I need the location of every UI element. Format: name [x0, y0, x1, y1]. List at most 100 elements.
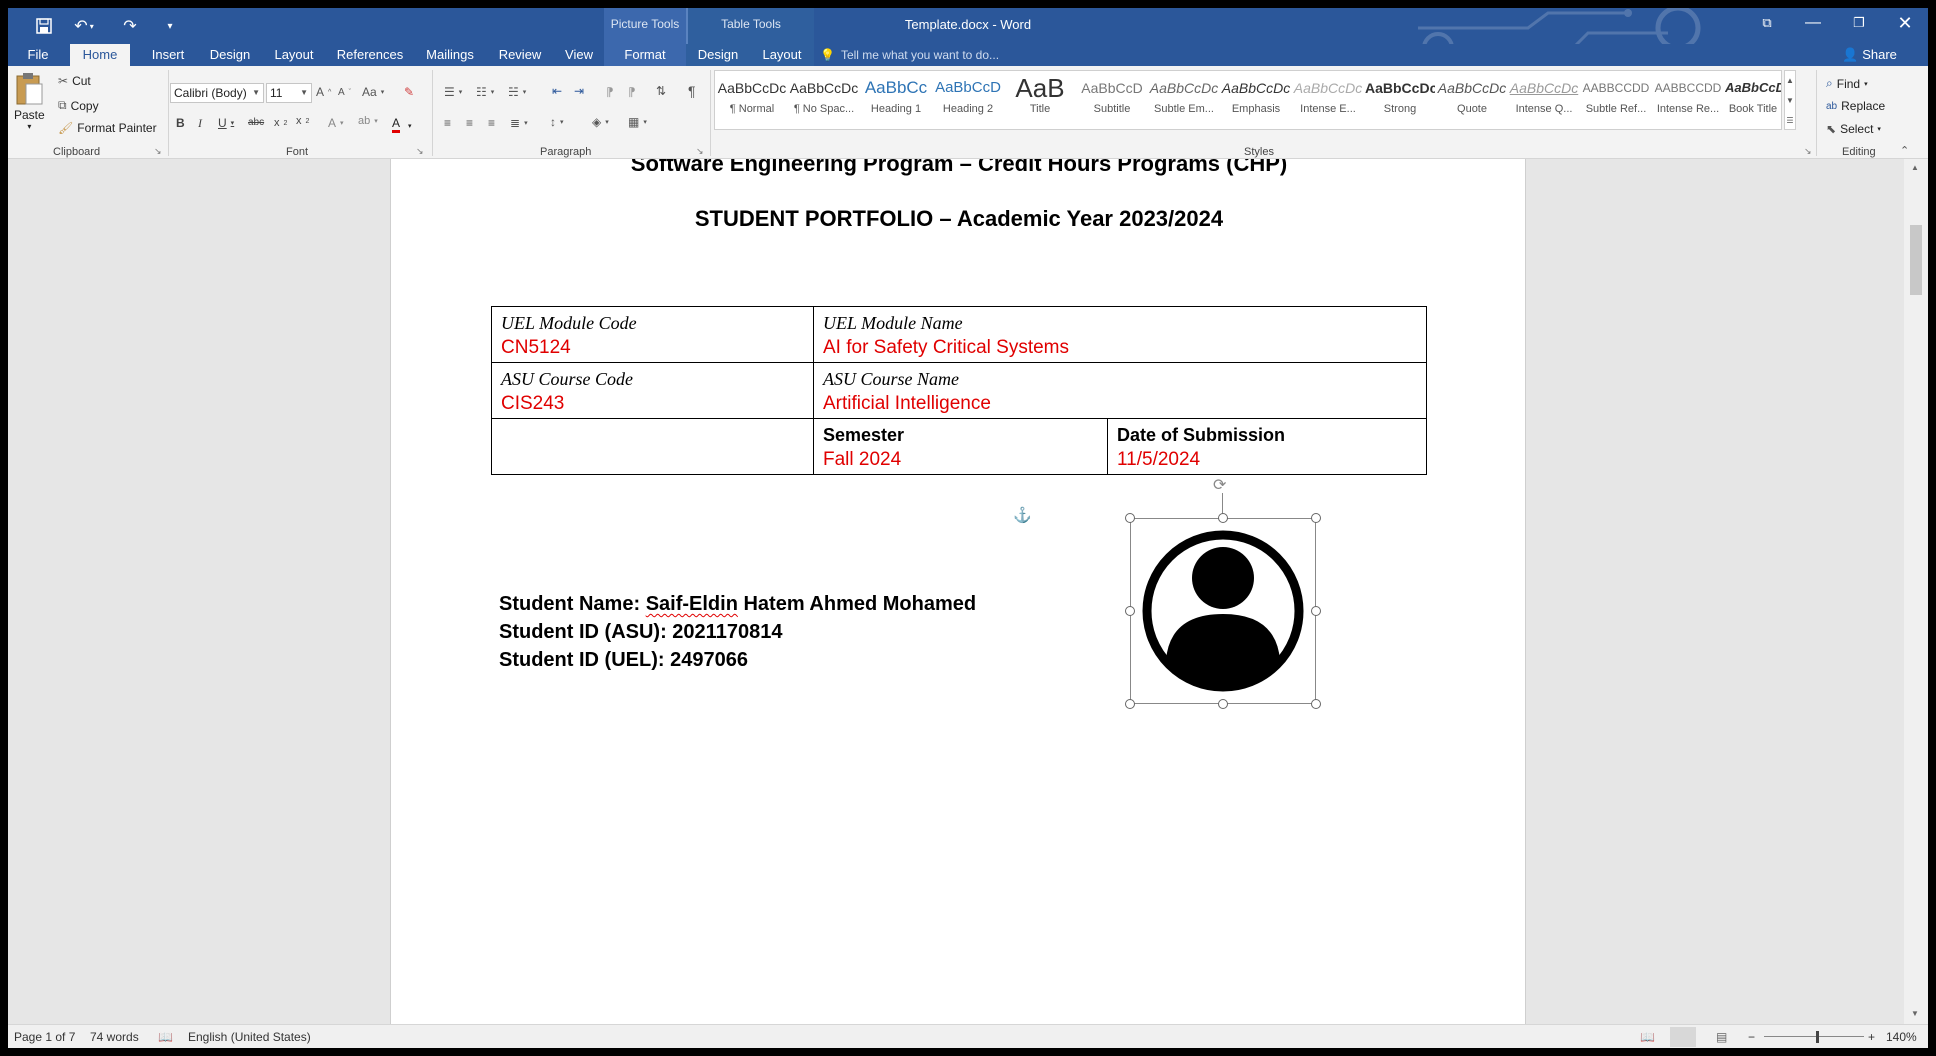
- tab-insert[interactable]: Insert: [140, 44, 196, 66]
- style-subtitle[interactable]: AaBbCcD Subtitle: [1077, 73, 1147, 127]
- ltr-icon[interactable]: ⁋: [606, 85, 614, 99]
- style-heading-1[interactable]: AaBbCc Heading 1: [861, 73, 931, 127]
- resize-handle[interactable]: [1311, 699, 1321, 709]
- numbering-icon[interactable]: ☷ ▾: [476, 85, 494, 99]
- align-right-icon[interactable]: ≡: [488, 116, 495, 130]
- format-painter-button[interactable]: 🖌 Format Painter: [58, 121, 157, 135]
- zoom-level[interactable]: 140%: [1886, 1025, 1917, 1048]
- resize-handle[interactable]: [1125, 606, 1135, 616]
- tab-design[interactable]: Design: [200, 44, 260, 66]
- document-area[interactable]: Software Engineering Program – Credit Ho…: [8, 159, 1904, 1024]
- paste-button[interactable]: Paste ▾: [14, 72, 45, 131]
- rtl-icon[interactable]: ⁋: [628, 85, 636, 99]
- text-effects-button[interactable]: A ▾: [328, 116, 344, 130]
- read-mode-icon[interactable]: 📖: [1640, 1025, 1655, 1048]
- style-no-spacing[interactable]: AaBbCcDc ¶ No Spac...: [789, 73, 859, 127]
- asu-course-code-cell[interactable]: ASU Course Code CIS243: [491, 362, 814, 419]
- zoom-out-icon[interactable]: −: [1748, 1025, 1755, 1048]
- decrease-indent-icon[interactable]: ⇤: [552, 84, 562, 98]
- styles-scroll[interactable]: ▲ ▼ ☰: [1784, 70, 1796, 130]
- scroll-thumb[interactable]: [1910, 225, 1922, 295]
- zoom-in-icon[interactable]: +: [1868, 1025, 1875, 1048]
- style-emphasis[interactable]: AaBbCcDc Emphasis: [1221, 73, 1291, 127]
- line-spacing-icon[interactable]: ↕ ▾: [550, 115, 564, 129]
- module-info-table[interactable]: UEL Module Code CN5124 UEL Module Name A…: [491, 306, 1427, 475]
- profile-picture[interactable]: [1125, 513, 1321, 709]
- empty-cell[interactable]: [491, 418, 814, 475]
- style-heading-2[interactable]: AaBbCcD Heading 2: [933, 73, 1003, 127]
- resize-handle[interactable]: [1218, 699, 1228, 709]
- select-button[interactable]: ⬉ Select ▾: [1826, 122, 1881, 136]
- italic-button[interactable]: I: [198, 116, 202, 131]
- paragraph-launcher-icon[interactable]: ↘: [696, 146, 704, 157]
- resize-handle[interactable]: [1125, 699, 1135, 709]
- font-name-combo[interactable]: Calibri (Body) ▼: [170, 83, 264, 103]
- tab-file[interactable]: File: [18, 44, 58, 66]
- save-icon[interactable]: [26, 8, 62, 44]
- clipboard-launcher-icon[interactable]: ↘: [154, 146, 162, 157]
- highlight-icon[interactable]: ab ▾: [358, 115, 378, 127]
- restore-button[interactable]: ❐: [1836, 8, 1882, 38]
- align-center-icon[interactable]: ≡: [466, 116, 473, 130]
- anchor-icon[interactable]: ⚓: [1013, 506, 1032, 524]
- borders-icon[interactable]: ▦ ▾: [628, 115, 647, 129]
- subscript-button[interactable]: x2: [274, 117, 287, 129]
- print-layout-icon[interactable]: [1670, 1027, 1696, 1047]
- sort-icon[interactable]: ⇅: [656, 84, 666, 98]
- uel-module-code-cell[interactable]: UEL Module Code CN5124: [491, 306, 814, 363]
- font-color-button[interactable]: A: [392, 116, 401, 133]
- uel-module-name-cell[interactable]: UEL Module Name AI for Safety Critical S…: [813, 306, 1427, 363]
- collapse-ribbon-icon[interactable]: ⌃: [1900, 144, 1909, 157]
- strikethrough-button[interactable]: abc: [248, 117, 264, 128]
- tab-table-design[interactable]: Design: [686, 44, 750, 66]
- grow-font-button[interactable]: A ^: [316, 85, 331, 99]
- resize-handle[interactable]: [1311, 513, 1321, 523]
- font-size-combo[interactable]: 11 ▼: [266, 83, 312, 103]
- submission-date-cell[interactable]: Date of Submission 11/5/2024: [1107, 418, 1427, 475]
- shrink-font-button[interactable]: Aˇ: [338, 87, 351, 98]
- style-intense-reference[interactable]: AABBCCDD Intense Re...: [1653, 73, 1723, 127]
- style-strong[interactable]: AaBbCcDc Strong: [1365, 73, 1435, 127]
- web-layout-icon[interactable]: ▤: [1716, 1025, 1727, 1048]
- tab-home[interactable]: Home: [70, 44, 130, 67]
- change-case-button[interactable]: Aa ▾: [362, 85, 384, 99]
- align-left-icon[interactable]: ≡: [444, 116, 451, 130]
- word-count[interactable]: 74 words: [90, 1025, 139, 1048]
- tab-layout[interactable]: Layout: [264, 44, 324, 66]
- replace-button[interactable]: ab Replace: [1826, 99, 1885, 113]
- zoom-slider-thumb[interactable]: [1816, 1031, 1819, 1043]
- tab-review[interactable]: Review: [492, 44, 548, 66]
- style-title[interactable]: AaB Title: [1005, 73, 1075, 127]
- resize-handle[interactable]: [1218, 513, 1228, 523]
- style-normal[interactable]: AaBbCcDc ¶ Normal: [717, 73, 787, 127]
- copy-button[interactable]: ⧉ Copy: [58, 98, 99, 113]
- page-count[interactable]: Page 1 of 7: [14, 1025, 75, 1048]
- zoom-slider[interactable]: [1764, 1036, 1864, 1037]
- document-page[interactable]: Software Engineering Program – Credit Ho…: [390, 159, 1526, 1024]
- ribbon-display-options-icon[interactable]: ⧉: [1744, 8, 1790, 38]
- proofing-icon[interactable]: 📖: [158, 1025, 173, 1048]
- tab-references[interactable]: References: [330, 44, 410, 66]
- tell-me-search[interactable]: 💡 Tell me what you want to do...: [820, 44, 999, 66]
- redo-icon[interactable]: ↷: [112, 8, 148, 44]
- bullets-icon[interactable]: ☰ ▾: [444, 85, 462, 99]
- find-button[interactable]: ⌕ Find ▾: [1826, 76, 1868, 91]
- style-intense-emphasis[interactable]: AaBbCcDc Intense E...: [1293, 73, 1363, 127]
- style-intense-quote[interactable]: AaBbCcDc Intense Q...: [1509, 73, 1579, 127]
- font-launcher-icon[interactable]: ↘: [416, 146, 424, 157]
- rotate-handle-icon[interactable]: ⟳: [1213, 475, 1226, 495]
- resize-handle[interactable]: [1311, 606, 1321, 616]
- semester-cell[interactable]: Semester Fall 2024: [813, 418, 1108, 475]
- style-subtle-emphasis[interactable]: AaBbCcDc Subtle Em...: [1149, 73, 1219, 127]
- tab-table-layout[interactable]: Layout: [750, 44, 814, 66]
- resize-handle[interactable]: [1125, 513, 1135, 523]
- clear-formatting-icon[interactable]: ✎: [404, 85, 414, 99]
- minimize-button[interactable]: —: [1790, 8, 1836, 38]
- tab-picture-format[interactable]: Format: [604, 44, 686, 66]
- style-quote[interactable]: AaBbCcDc Quote: [1437, 73, 1507, 127]
- shading-icon[interactable]: ◈ ▾: [592, 115, 609, 129]
- show-marks-icon[interactable]: ¶: [688, 83, 696, 99]
- underline-button[interactable]: U ▾: [218, 116, 234, 130]
- tab-view[interactable]: View: [554, 44, 604, 66]
- style-book-title[interactable]: AaBbCcDc Book Title: [1725, 73, 1781, 127]
